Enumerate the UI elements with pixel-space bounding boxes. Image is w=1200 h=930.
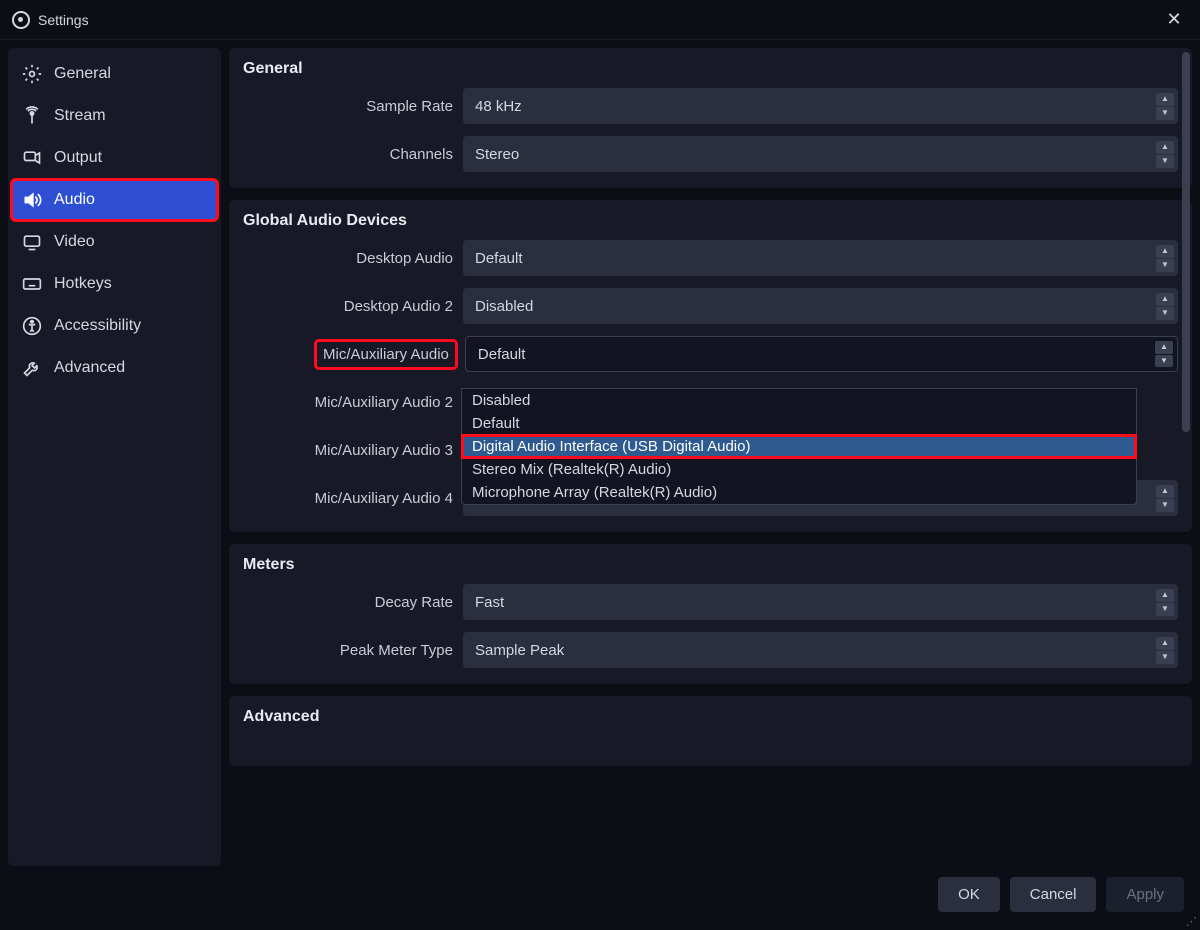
sidebar-item-label: Advanced	[54, 359, 125, 377]
broadcast-icon	[22, 106, 42, 126]
speaker-icon	[22, 190, 42, 210]
dropdown-item[interactable]: Default	[462, 412, 1136, 435]
ok-button[interactable]: OK	[938, 877, 1000, 912]
sidebar-item-accessibility[interactable]: Accessibility	[12, 306, 217, 346]
mic-aux2-label: Mic/Auxiliary Audio 2	[243, 394, 453, 411]
desktop-audio-select[interactable]: Default ▲ ▼	[463, 240, 1178, 276]
sample-rate-select[interactable]: 48 kHz ▲ ▼	[463, 88, 1178, 124]
chevron-up-icon[interactable]: ▲	[1156, 93, 1174, 106]
section-meters: Meters Decay Rate Fast ▲ ▼ Peak Meter Ty…	[229, 544, 1192, 684]
chevron-down-icon[interactable]: ▼	[1155, 355, 1173, 368]
desktop-audio-label: Desktop Audio	[243, 250, 453, 267]
spinner-buttons[interactable]: ▲ ▼	[1156, 92, 1174, 120]
sidebar-item-general[interactable]: General	[12, 54, 217, 94]
sidebar-item-label: Audio	[54, 191, 95, 209]
select-value: Default	[475, 250, 523, 267]
sidebar-item-label: Output	[54, 149, 102, 167]
desktop-audio2-select[interactable]: Disabled ▲ ▼	[463, 288, 1178, 324]
section-title: Global Audio Devices	[243, 212, 1178, 230]
channels-select[interactable]: Stereo ▲ ▼	[463, 136, 1178, 172]
desktop-audio2-label: Desktop Audio 2	[243, 298, 453, 315]
gear-icon	[22, 64, 42, 84]
mic-aux4-label: Mic/Auxiliary Audio 4	[243, 490, 453, 507]
section-title: Advanced	[243, 708, 1178, 726]
mic-aux-label: Mic/Auxiliary Audio	[317, 342, 455, 367]
spinner-buttons[interactable]: ▲ ▼	[1156, 244, 1174, 272]
select-value: Sample Peak	[475, 642, 564, 659]
titlebar: Settings ✕	[0, 0, 1200, 40]
decay-rate-select[interactable]: Fast ▲ ▼	[463, 584, 1178, 620]
select-value: Stereo	[475, 146, 519, 163]
scrollbar-thumb[interactable]	[1182, 52, 1190, 432]
sidebar-item-label: General	[54, 65, 111, 83]
chevron-up-icon[interactable]: ▲	[1156, 589, 1174, 602]
chevron-up-icon[interactable]: ▲	[1156, 637, 1174, 650]
dropdown-item[interactable]: Stereo Mix (Realtek(R) Audio)	[462, 458, 1136, 481]
sidebar-item-stream[interactable]: Stream	[12, 96, 217, 136]
select-value: Disabled	[475, 298, 533, 315]
mic-aux3-label: Mic/Auxiliary Audio 3	[243, 442, 453, 459]
spinner-buttons[interactable]: ▲ ▼	[1156, 484, 1174, 512]
sidebar-item-label: Video	[54, 233, 95, 251]
cancel-button[interactable]: Cancel	[1010, 877, 1097, 912]
sidebar-item-advanced[interactable]: Advanced	[12, 348, 217, 388]
close-button[interactable]: ✕	[1160, 6, 1188, 34]
content-area: General Sample Rate 48 kHz ▲ ▼ Channels …	[229, 48, 1192, 866]
section-title: General	[243, 60, 1178, 78]
sidebar: General Stream Output Audio Video	[8, 48, 221, 866]
apply-button[interactable]: Apply	[1106, 877, 1184, 912]
select-value: 48 kHz	[475, 98, 522, 115]
sidebar-item-output[interactable]: Output	[12, 138, 217, 178]
section-general: General Sample Rate 48 kHz ▲ ▼ Channels …	[229, 48, 1192, 188]
sidebar-item-label: Accessibility	[54, 317, 141, 335]
chevron-up-icon[interactable]: ▲	[1156, 141, 1174, 154]
dropdown-item[interactable]: Digital Audio Interface (USB Digital Aud…	[462, 435, 1136, 458]
peak-meter-select[interactable]: Sample Peak ▲ ▼	[463, 632, 1178, 668]
app-icon	[12, 11, 30, 29]
sidebar-item-audio[interactable]: Audio	[12, 180, 217, 220]
spinner-buttons[interactable]: ▲ ▼	[1156, 292, 1174, 320]
resize-grip[interactable]: ⋰	[1186, 915, 1198, 928]
sidebar-item-label: Hotkeys	[54, 275, 112, 293]
tools-icon	[22, 358, 42, 378]
chevron-down-icon[interactable]: ▼	[1156, 107, 1174, 120]
chevron-down-icon[interactable]: ▼	[1156, 603, 1174, 616]
section-advanced: Advanced	[229, 696, 1192, 766]
spinner-buttons[interactable]: ▲ ▼	[1156, 140, 1174, 168]
spinner-buttons[interactable]: ▲ ▼	[1155, 341, 1173, 367]
select-value: Default	[478, 346, 526, 363]
chevron-down-icon[interactable]: ▼	[1156, 499, 1174, 512]
spinner-buttons[interactable]: ▲ ▼	[1156, 636, 1174, 664]
chevron-down-icon[interactable]: ▼	[1156, 155, 1174, 168]
chevron-up-icon[interactable]: ▲	[1156, 245, 1174, 258]
select-value: Fast	[475, 594, 504, 611]
sidebar-item-hotkeys[interactable]: Hotkeys	[12, 264, 217, 304]
decay-rate-label: Decay Rate	[243, 594, 453, 611]
mic-aux-dropdown[interactable]: Disabled Default Digital Audio Interface…	[461, 388, 1137, 505]
dropdown-item[interactable]: Microphone Array (Realtek(R) Audio)	[462, 481, 1136, 504]
keyboard-icon	[22, 274, 42, 294]
chevron-up-icon[interactable]: ▲	[1155, 341, 1173, 354]
window-title: Settings	[38, 12, 89, 28]
channels-label: Channels	[243, 146, 453, 163]
sidebar-item-label: Stream	[54, 107, 106, 125]
sidebar-item-video[interactable]: Video	[12, 222, 217, 262]
chevron-down-icon[interactable]: ▼	[1156, 651, 1174, 664]
chevron-down-icon[interactable]: ▼	[1156, 259, 1174, 272]
chevron-up-icon[interactable]: ▲	[1156, 485, 1174, 498]
sample-rate-label: Sample Rate	[243, 98, 453, 115]
chevron-up-icon[interactable]: ▲	[1156, 293, 1174, 306]
chevron-down-icon[interactable]: ▼	[1156, 307, 1174, 320]
section-title: Meters	[243, 556, 1178, 574]
dropdown-item[interactable]: Disabled	[462, 389, 1136, 412]
spinner-buttons[interactable]: ▲ ▼	[1156, 588, 1174, 616]
monitor-icon	[22, 232, 42, 252]
footer: OK Cancel Apply	[0, 866, 1200, 922]
mic-aux-select[interactable]: Default ▲ ▼	[465, 336, 1178, 372]
peak-meter-label: Peak Meter Type	[243, 642, 453, 659]
output-icon	[22, 148, 42, 168]
accessibility-icon	[22, 316, 42, 336]
